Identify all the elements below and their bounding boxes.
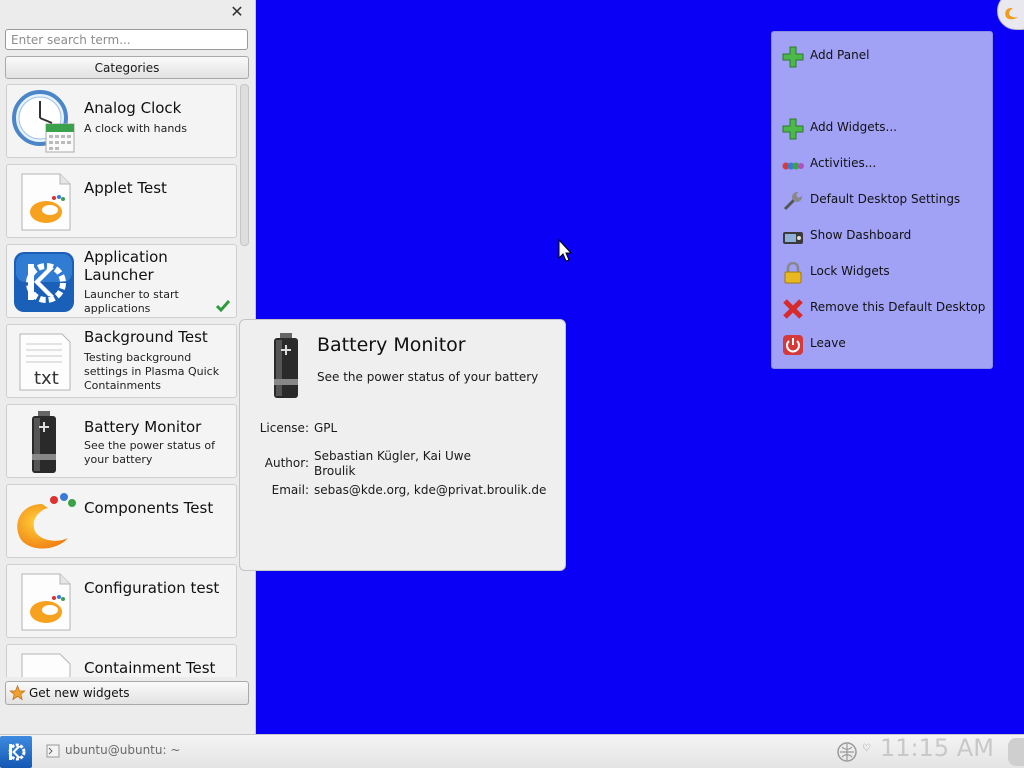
power-icon: [783, 335, 803, 355]
desktop-context-menu: Add Panel Add Widgets... Activities... D…: [771, 31, 993, 369]
get-new-widgets-label: Get new widgets: [29, 686, 130, 700]
widget-name: Components Test: [84, 499, 214, 517]
wrench-icon: [783, 192, 802, 211]
widget-explorer-sidebar: ✕ Categories Analog Clock A clock with h…: [0, 0, 256, 734]
text-document-icon: txt: [19, 333, 71, 391]
battery-icon: [32, 411, 56, 473]
menu-item-label: Add Widgets...: [810, 120, 897, 134]
license-value: GPL: [314, 421, 338, 435]
widget-item-application-launcher[interactable]: Application Launcher Launcher to start a…: [6, 244, 237, 318]
installed-check-icon: [216, 300, 230, 312]
menu-item-label: Default Desktop Settings: [810, 192, 961, 206]
get-new-widgets-button[interactable]: Get new widgets: [5, 681, 249, 705]
desktop-toolbox-button[interactable]: [997, 0, 1024, 30]
activities-icon: [782, 162, 804, 170]
digital-clock[interactable]: 11:15 AM: [880, 734, 994, 762]
menu-item-show-dashboard[interactable]: Show Dashboard: [772, 223, 992, 249]
widget-name: Battery Monitor: [84, 418, 202, 436]
containment-test-icon: [21, 653, 71, 677]
menu-item-leave[interactable]: Leave: [772, 331, 992, 357]
plasma-logo-icon: [1005, 8, 1018, 20]
plasma-logo-icon: [17, 493, 76, 549]
lock-icon: [784, 262, 802, 284]
mouse-cursor-icon: [558, 239, 572, 262]
widget-name: Application Launcher: [84, 248, 168, 284]
search-input[interactable]: [5, 29, 248, 50]
menu-item-label: Lock Widgets: [810, 264, 890, 278]
application-launcher-button[interactable]: [0, 736, 32, 768]
author-value: Sebastian Kügler, Kai Uwe Broulik: [314, 449, 471, 478]
widget-name: Background Test: [84, 328, 208, 346]
tooltip-title: Battery Monitor: [317, 334, 466, 356]
widget-item-analog-clock[interactable]: Analog Clock A clock with hands: [6, 84, 237, 158]
widget-item-containment-test[interactable]: Containment Test: [6, 644, 237, 677]
license-label: License:: [259, 421, 309, 435]
dashboard-icon: [783, 232, 803, 244]
menu-item-label: Remove this Default Desktop: [810, 300, 986, 314]
applet-test-icon: [21, 173, 71, 231]
terminal-icon: [46, 744, 60, 758]
widget-tooltip: Battery Monitor See the power status of …: [239, 319, 566, 571]
network-icon[interactable]: [836, 741, 858, 763]
menu-item-activities[interactable]: Activities...: [772, 151, 992, 177]
widget-item-configuration-test[interactable]: Configuration test: [6, 564, 237, 638]
widget-item-components-test[interactable]: Components Test: [6, 484, 237, 558]
menu-item-lock-widgets[interactable]: Lock Widgets: [772, 259, 992, 285]
menu-item-default-desktop-settings[interactable]: Default Desktop Settings: [772, 187, 992, 213]
close-icon[interactable]: ✕: [229, 4, 245, 20]
kde-logo-icon: [8, 743, 26, 761]
menu-item-label: Activities...: [810, 156, 877, 170]
widget-name: Analog Clock: [84, 99, 182, 117]
tooltip-description: See the power status of your battery: [317, 370, 539, 384]
remove-icon: [783, 299, 803, 319]
system-tray-expand-icon[interactable]: ♡: [862, 743, 871, 754]
widget-name: Containment Test: [84, 659, 216, 677]
widget-list: Analog Clock A clock with hands Applet T…: [5, 83, 238, 677]
widget-name: Configuration test: [84, 579, 220, 597]
widget-list-scrollbar[interactable]: [240, 84, 249, 246]
analog-clock-icon: [12, 90, 75, 153]
widget-item-applet-test[interactable]: Applet Test: [6, 164, 237, 238]
kde-launcher-icon: [14, 252, 74, 312]
menu-item-label: Add Panel: [810, 48, 870, 62]
widget-description: Testing background settings in Plasma Qu…: [84, 351, 220, 392]
widget-item-battery-monitor[interactable]: Battery Monitor See the power status of …: [6, 404, 237, 478]
categories-button[interactable]: Categories: [5, 56, 249, 79]
widget-name: Applet Test: [84, 179, 167, 197]
menu-item-add-panel[interactable]: Add Panel: [772, 43, 992, 69]
widget-item-background-test[interactable]: txt Background Test Testing background s…: [6, 324, 237, 398]
email-value: sebas@kde.org, kde@privat.broulik.de: [314, 483, 547, 497]
svg-text:txt: txt: [34, 368, 59, 389]
widget-description: See the power status of your battery: [84, 439, 215, 466]
widget-description: A clock with hands: [84, 122, 188, 135]
configuration-test-icon: [21, 573, 71, 631]
star-icon: [9, 685, 26, 701]
add-icon: [782, 46, 804, 68]
menu-item-label: Leave: [810, 336, 846, 350]
battery-icon: [274, 333, 298, 398]
add-icon: [782, 118, 804, 140]
taskbar-panel: ubuntu@ubuntu: ~ ♡ 11:15 AM: [0, 734, 1024, 768]
menu-item-remove-desktop[interactable]: Remove this Default Desktop: [772, 295, 992, 321]
menu-item-label: Show Dashboard: [810, 228, 912, 242]
menu-item-add-widgets[interactable]: Add Widgets...: [772, 115, 992, 141]
widget-description: Launcher to start applications: [84, 288, 179, 315]
email-label: Email:: [271, 483, 309, 497]
author-label: Author:: [264, 456, 309, 470]
task-item-label: ubuntu@ubuntu: ~: [65, 743, 181, 757]
panel-toolbox-button[interactable]: [1008, 738, 1024, 766]
